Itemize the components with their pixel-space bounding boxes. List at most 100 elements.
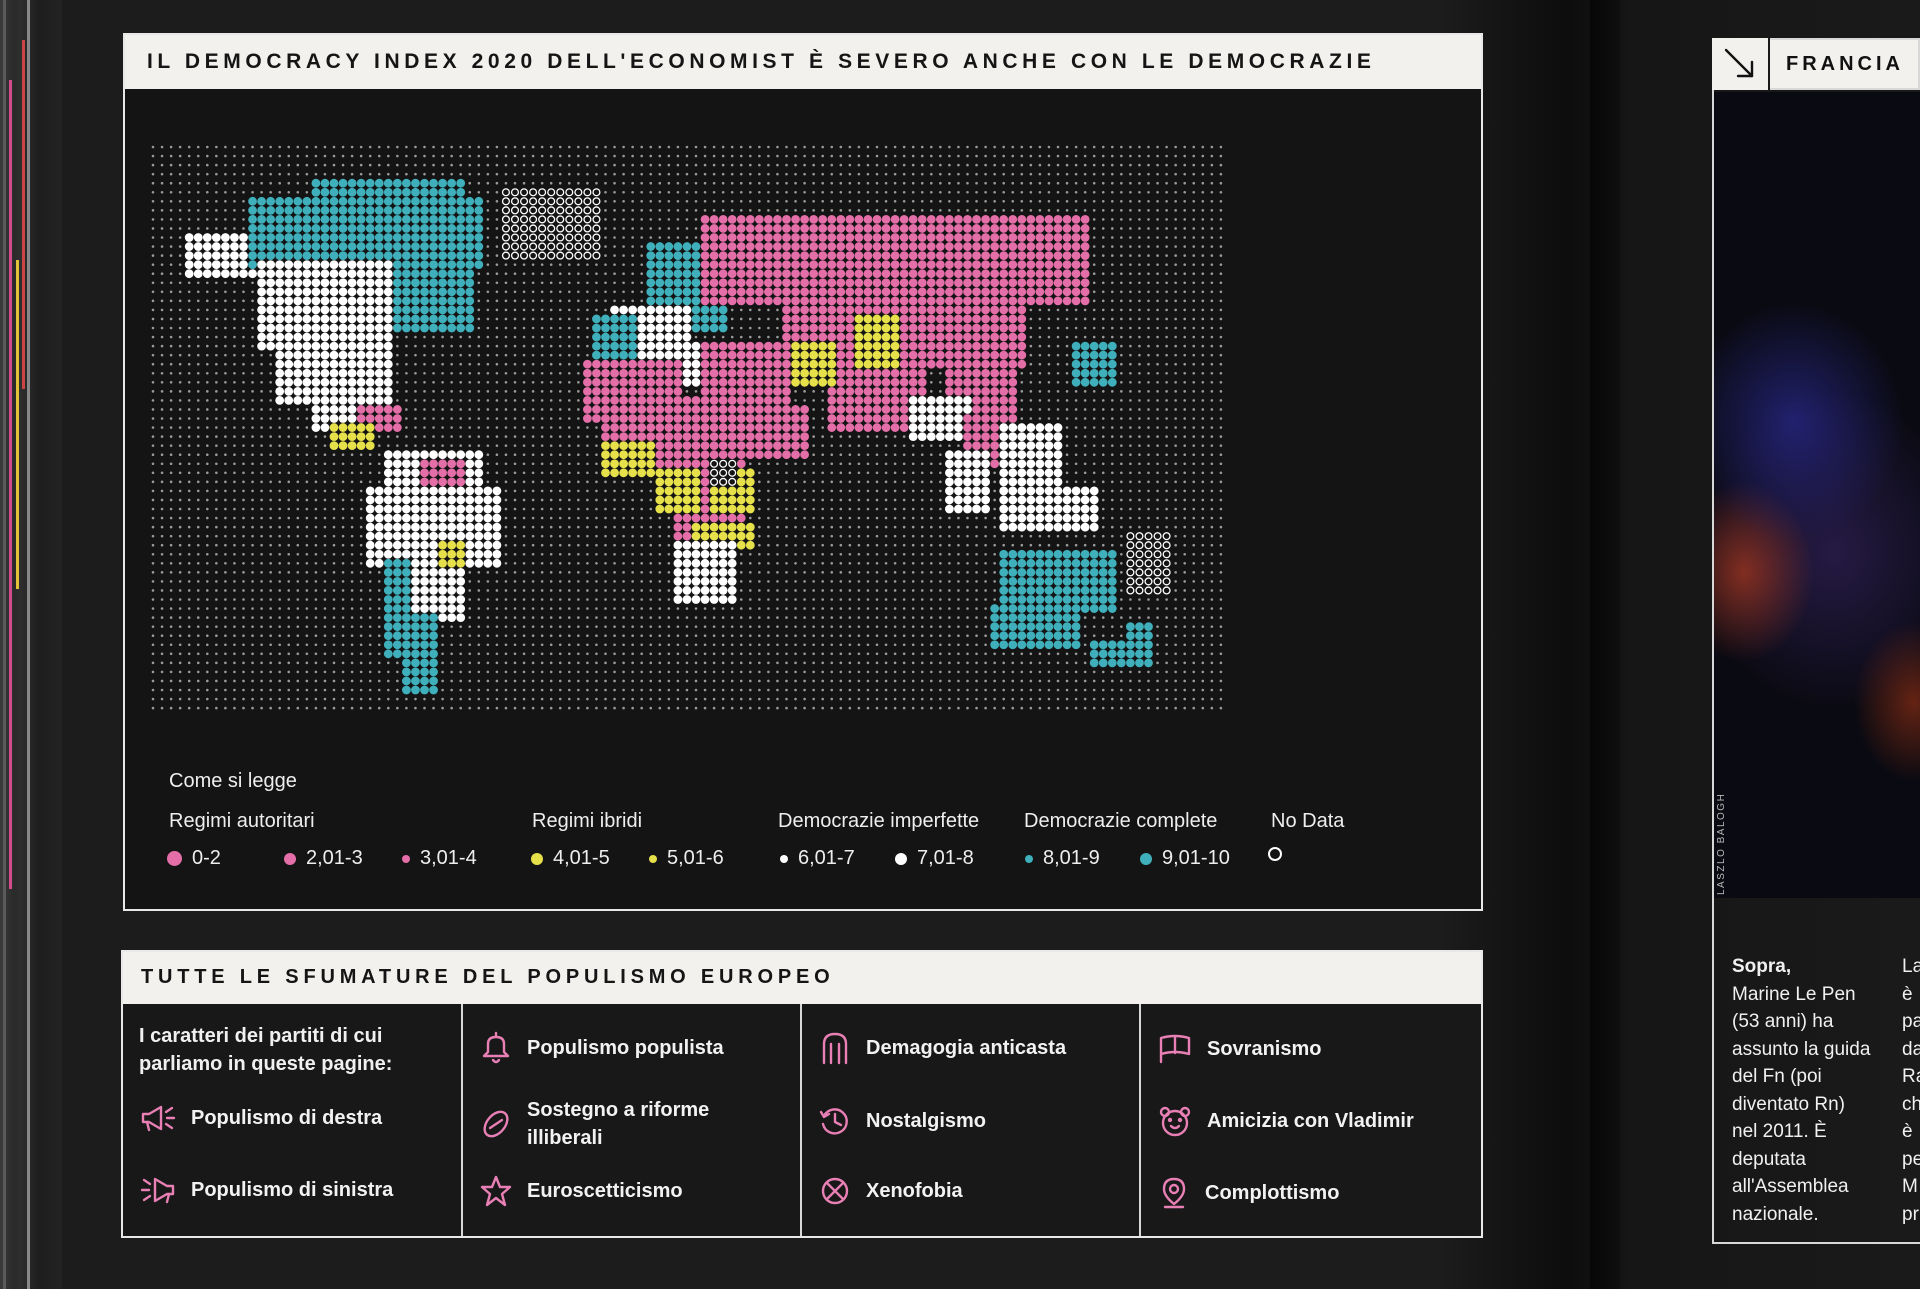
country-dot — [954, 260, 963, 270]
grid-dot — [1074, 390, 1078, 393]
country-dot — [347, 441, 357, 451]
grid-dot — [1210, 154, 1214, 158]
grid-dot — [341, 498, 345, 502]
grid-dot — [251, 190, 254, 194]
country-dot — [429, 196, 438, 206]
grid-dot — [812, 209, 815, 212]
grid-dot — [830, 444, 834, 447]
grid-dot — [640, 245, 643, 248]
country-dot — [827, 224, 837, 233]
grid-dot — [694, 390, 698, 393]
country-dot — [257, 196, 266, 206]
grid-dot — [233, 172, 236, 176]
grid-dot — [287, 145, 291, 149]
country-dot — [745, 477, 755, 487]
country-dot — [338, 305, 348, 315]
country-dot — [963, 377, 972, 387]
grid-dot — [1083, 453, 1087, 457]
grid-dot — [260, 181, 263, 185]
grid-dot — [405, 353, 408, 357]
country-dot — [963, 432, 972, 441]
country-dot — [791, 260, 800, 270]
grid-dot — [1111, 326, 1114, 330]
country-dot — [637, 468, 647, 478]
grid-dot — [812, 172, 815, 176]
grid-dot — [848, 453, 852, 457]
country-dot — [193, 233, 203, 242]
country-dot — [917, 224, 927, 233]
country-dot — [691, 251, 701, 260]
country-dot — [800, 296, 809, 306]
grid-dot — [1156, 471, 1159, 475]
grid-dot — [260, 417, 263, 420]
grid-dot — [423, 417, 426, 420]
country-dot — [429, 187, 438, 197]
country-dot — [1017, 287, 1027, 297]
grid-dot — [1192, 381, 1196, 384]
grid-dot — [758, 181, 761, 185]
grid-dot — [540, 181, 544, 185]
grid-dot — [522, 308, 526, 312]
country-dot — [320, 196, 330, 206]
grid-dot — [1074, 209, 1078, 212]
country-dot — [293, 386, 303, 396]
country-dot — [284, 341, 294, 351]
grid-dot — [1210, 435, 1214, 438]
country-dot — [429, 459, 438, 469]
country-dot — [1107, 368, 1117, 378]
grid-dot — [522, 390, 526, 393]
grid-dot — [1156, 426, 1159, 429]
grid-dot — [495, 190, 499, 194]
country-dot — [809, 368, 819, 378]
grid-dot — [495, 172, 499, 176]
grid-dot — [504, 390, 508, 393]
country-dot — [836, 405, 846, 414]
country-dot — [773, 260, 782, 270]
grid-dot — [577, 408, 580, 411]
grid-dot — [396, 335, 399, 339]
grid-dot — [522, 507, 526, 511]
country-dot — [338, 332, 348, 342]
grid-dot — [884, 507, 888, 511]
country-dot — [356, 196, 366, 206]
grid-dot — [857, 516, 861, 520]
grid-dot — [1056, 326, 1060, 330]
grid-dot — [169, 362, 173, 366]
grid-dot — [540, 498, 544, 502]
country-dot — [664, 278, 674, 288]
grid-dot — [1219, 209, 1223, 212]
grid-dot — [812, 163, 815, 167]
grid-dot — [604, 290, 607, 294]
country-dot — [908, 396, 918, 405]
grid-dot — [1165, 371, 1168, 375]
grid-dot — [1083, 154, 1087, 158]
country-dot — [981, 486, 990, 496]
grid-dot — [1129, 399, 1132, 402]
grid-dot — [350, 516, 354, 520]
grid-dot — [432, 390, 435, 393]
country-dot — [935, 269, 945, 279]
country-dot — [356, 187, 366, 197]
grid-dot — [586, 154, 589, 158]
grid-dot — [495, 390, 499, 393]
grid-dot — [151, 453, 155, 457]
grid-dot — [486, 444, 490, 447]
country-dot — [881, 377, 891, 387]
grid-dot — [1047, 154, 1051, 158]
country-dot — [474, 233, 484, 242]
country-dot — [1017, 359, 1027, 369]
grid-dot — [513, 381, 517, 384]
country-dot — [990, 396, 1000, 405]
grid-dot — [405, 172, 408, 176]
grid-dot — [586, 163, 589, 167]
country-dot — [1008, 260, 1018, 270]
grid-dot — [251, 462, 254, 466]
grid-dot — [296, 507, 300, 511]
grid-dot — [215, 281, 218, 285]
grid-dot — [260, 353, 263, 357]
grid-dot — [1047, 190, 1051, 194]
grid-dot — [568, 417, 571, 420]
country-dot — [954, 287, 963, 297]
country-dot — [800, 323, 809, 333]
country-dot — [402, 477, 411, 487]
